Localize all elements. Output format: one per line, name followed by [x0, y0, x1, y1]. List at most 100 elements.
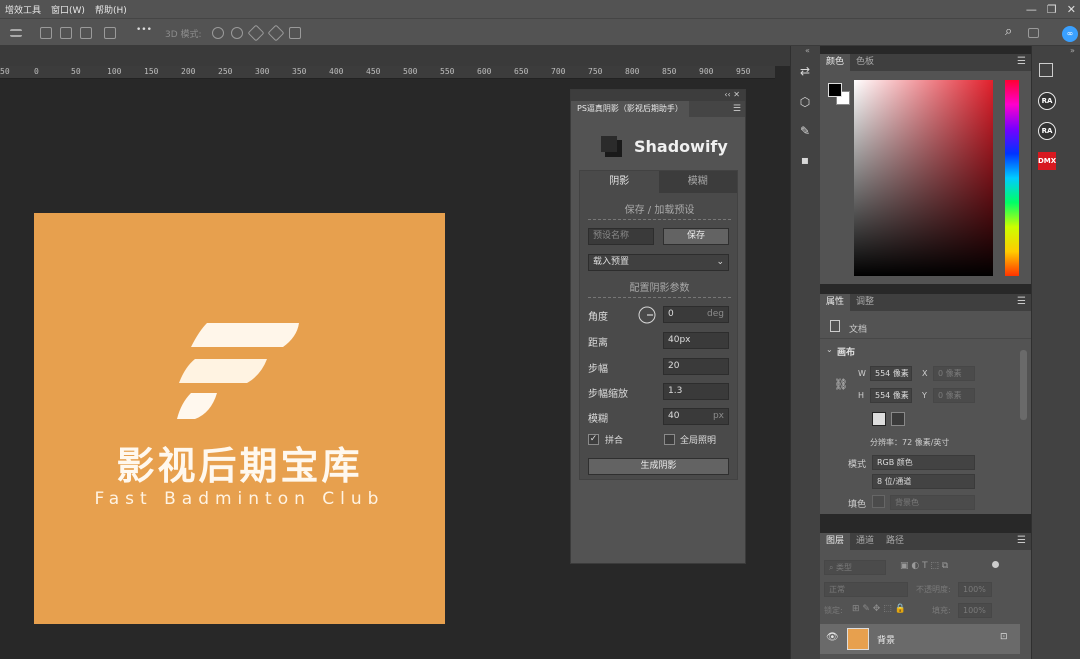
- tab-paths[interactable]: 路径: [880, 533, 910, 550]
- config-section-title: 配置阴影参数: [629, 283, 690, 294]
- opacity-input[interactable]: 100%: [958, 582, 992, 597]
- blur-label: 模糊: [588, 414, 608, 425]
- dmx-plugin-icon[interactable]: DMX: [1038, 152, 1056, 170]
- panel-tab[interactable]: PS逼真阴影（影视后期助手）: [571, 101, 689, 117]
- workspace-icon[interactable]: [1028, 28, 1039, 38]
- fill-select[interactable]: 背景色: [890, 495, 975, 510]
- align-vcenter-icon[interactable]: [60, 27, 72, 39]
- plugin-dock: » RA RA DMX: [1031, 46, 1080, 659]
- 3d-cube-icon[interactable]: ⬡: [797, 94, 813, 110]
- load-preset-select[interactable]: 载入预置 ⌄: [588, 254, 729, 271]
- fill-label: 填色: [848, 500, 867, 510]
- step-scale-input[interactable]: 1.3: [663, 383, 729, 400]
- collapse-icon[interactable]: ‹‹ ✕: [724, 90, 740, 99]
- align-top-icon[interactable]: [40, 27, 52, 39]
- save-preset-button[interactable]: 保存: [663, 228, 729, 245]
- plugin-icon[interactable]: ▪: [797, 152, 813, 168]
- landscape-orientation-icon[interactable]: [891, 412, 905, 426]
- align-icon[interactable]: [10, 29, 22, 37]
- merge-checkbox[interactable]: ✓: [588, 434, 599, 445]
- fill-input[interactable]: 100%: [958, 603, 992, 618]
- tab-adjustments[interactable]: 调整: [850, 294, 880, 311]
- distribute-icon[interactable]: [104, 27, 116, 39]
- ra-plugin-icon[interactable]: RA: [1038, 92, 1056, 110]
- generate-shadow-button[interactable]: 生成阴影: [588, 458, 729, 475]
- filter-toggle-icon[interactable]: [992, 561, 999, 568]
- libraries-icon[interactable]: [1039, 63, 1053, 77]
- canvas-artwork[interactable]: 影视后期宝库 Fast Badminton Club: [34, 213, 445, 624]
- x-input[interactable]: 0 像素: [933, 366, 975, 381]
- photoshop-window: 增效工具 窗口(W) 帮助(H) — ❐ ✕ ••• 3D 模式: ⌕ ∞ 50…: [0, 0, 1080, 659]
- width-input[interactable]: 554 像素: [870, 366, 912, 381]
- lock-icon[interactable]: ⊡: [1000, 632, 1008, 642]
- distance-input[interactable]: 40px: [663, 332, 729, 349]
- bit-depth-select[interactable]: 8 位/通道: [872, 474, 975, 489]
- eye-icon[interactable]: 👁: [826, 632, 839, 643]
- y-input[interactable]: 0 像素: [933, 388, 975, 403]
- panel-menu-icon[interactable]: ☰: [1017, 56, 1026, 67]
- search-icon: ⌕: [829, 563, 837, 572]
- 3d-roll-icon[interactable]: [231, 27, 243, 39]
- 3d-pan-icon[interactable]: [247, 24, 265, 42]
- steps-input[interactable]: 20: [663, 358, 729, 375]
- menu-plugins[interactable]: 增效工具: [0, 3, 46, 16]
- hue-slider[interactable]: [1005, 80, 1019, 276]
- shadowify-form: 阴影 模糊 保存 / 加载预设 预设名称 保存 载入预置 ⌄ 配置阴影参数 角度…: [579, 170, 738, 480]
- layer-name[interactable]: 背景: [877, 633, 895, 646]
- tab-shadow[interactable]: 阴影: [580, 171, 659, 193]
- angle-input[interactable]: 0 deg: [663, 306, 729, 323]
- menu-window[interactable]: 窗口(W): [46, 3, 90, 16]
- horizontal-ruler: 50 0 50 100 150 200 250 300 350 400 450 …: [0, 66, 775, 79]
- layer-row[interactable]: 👁 背景 ⊡: [820, 624, 1020, 654]
- preset-name-input[interactable]: 预设名称: [588, 228, 654, 245]
- close-icon[interactable]: ✕: [1067, 3, 1076, 16]
- menu-help[interactable]: 帮助(H): [90, 3, 132, 16]
- color-field[interactable]: [854, 80, 993, 276]
- steps-label: 步幅: [588, 364, 608, 375]
- tab-swatches[interactable]: 色板: [850, 54, 880, 71]
- panel-menu-icon[interactable]: ☰: [1017, 535, 1026, 546]
- restore-icon[interactable]: ❐: [1047, 3, 1057, 16]
- tab-blur[interactable]: 模糊: [659, 171, 738, 193]
- tab-layers[interactable]: 图层: [820, 533, 851, 550]
- 3d-slide-icon[interactable]: [267, 24, 285, 42]
- fill-swatch[interactable]: [872, 495, 885, 508]
- global-light-label: 全局照明: [680, 436, 717, 446]
- layer-filter-icons[interactable]: ▣ ◐ T ⬚ ⧉: [900, 561, 948, 571]
- panel-menu-icon[interactable]: ☰: [1017, 296, 1026, 307]
- height-input[interactable]: 554 像素: [870, 388, 912, 403]
- angle-unit: deg: [707, 309, 724, 319]
- color-mode-select[interactable]: RGB 颜色: [872, 455, 975, 470]
- 3d-orbit-icon[interactable]: [212, 27, 224, 39]
- scrollbar[interactable]: [1020, 350, 1027, 420]
- lock-icons[interactable]: ⊞ ✎ ✥ ⬚ 🔒: [852, 604, 906, 614]
- blur-input[interactable]: 40 px: [663, 408, 729, 425]
- link-icon[interactable]: ⛓: [834, 378, 848, 391]
- ruler-tick: 400: [329, 67, 344, 76]
- expand-icon[interactable]: «: [805, 46, 810, 55]
- chevron-down-icon[interactable]: ⌄: [826, 345, 833, 354]
- layer-filter-select[interactable]: ⌕ 类型: [824, 560, 886, 575]
- foreground-swatch-top[interactable]: [828, 83, 842, 97]
- tab-color[interactable]: 颜色: [820, 54, 851, 71]
- angle-dial-icon[interactable]: [638, 306, 656, 324]
- panel-menu-icon[interactable]: ☰: [733, 104, 741, 114]
- tab-channels[interactable]: 通道: [850, 533, 880, 550]
- 3d-scale-icon[interactable]: [289, 27, 301, 39]
- align-bottom-icon[interactable]: [80, 27, 92, 39]
- brush-icon[interactable]: ✎: [797, 123, 813, 139]
- search-icon[interactable]: ⌕: [1005, 24, 1012, 39]
- minimize-icon[interactable]: —: [1026, 3, 1037, 16]
- ruler-tick: 750: [588, 67, 603, 76]
- portrait-orientation-icon[interactable]: [872, 412, 886, 426]
- global-light-checkbox[interactable]: [664, 434, 675, 445]
- ra-plugin-icon-2[interactable]: RA: [1038, 122, 1056, 140]
- tab-properties[interactable]: 属性: [820, 294, 851, 311]
- share-icon[interactable]: ∞: [1062, 26, 1078, 42]
- ruler-tick: 150: [144, 67, 159, 76]
- panel-titlebar[interactable]: ‹‹ ✕: [571, 90, 745, 101]
- collapse-icon[interactable]: »: [1070, 46, 1075, 55]
- history-icon[interactable]: ⇄: [797, 63, 813, 79]
- blend-mode-select[interactable]: 正常: [824, 582, 908, 597]
- more-options-icon[interactable]: •••: [136, 25, 152, 35]
